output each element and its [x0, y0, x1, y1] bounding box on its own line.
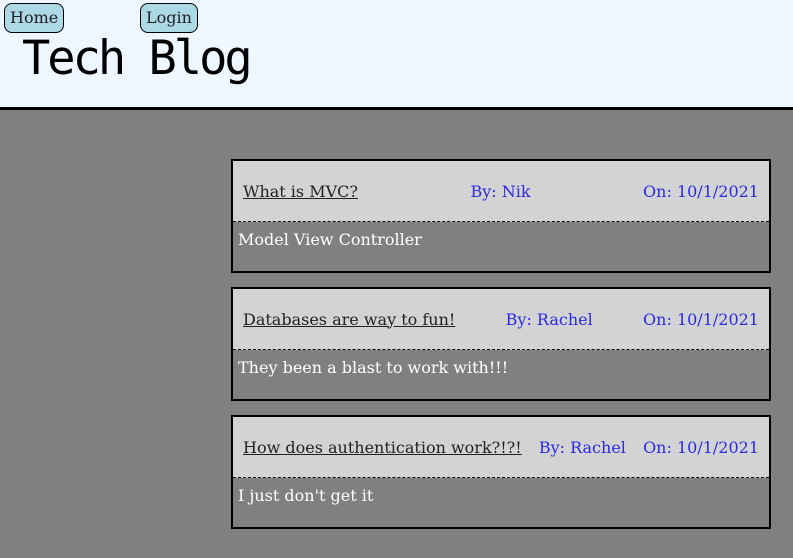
login-button[interactable]: Login	[140, 3, 198, 33]
post-body: Model View Controller	[238, 230, 422, 249]
post-list: What is MVC? By: Nik On: 10/1/2021 Model…	[231, 159, 771, 543]
post-card: What is MVC? By: Nik On: 10/1/2021 Model…	[231, 159, 771, 273]
post-header: How does authentication work?!?! By: Rac…	[233, 417, 769, 478]
home-button[interactable]: Home	[4, 3, 65, 33]
post-body: They been a blast to work with!!!	[238, 358, 509, 377]
post-author: By: Nik	[470, 181, 531, 201]
post-author: By: Rachel	[538, 437, 626, 457]
site-header: Home Login Tech Blog	[0, 0, 793, 110]
post-card: How does authentication work?!?! By: Rac…	[231, 415, 771, 529]
post-date: On: 10/1/2021	[643, 437, 759, 457]
post-card: Databases are way to fun! By: Rachel On:…	[231, 287, 771, 401]
post-body: I just don't get it	[238, 486, 374, 505]
post-header: What is MVC? By: Nik On: 10/1/2021	[233, 161, 769, 222]
post-header: Databases are way to fun! By: Rachel On:…	[233, 289, 769, 350]
post-date: On: 10/1/2021	[643, 309, 759, 329]
post-date: On: 10/1/2021	[643, 181, 759, 201]
post-title-link[interactable]: Databases are way to fun!	[243, 310, 455, 329]
post-title-link[interactable]: What is MVC?	[243, 182, 358, 201]
post-author: By: Rachel	[505, 309, 593, 329]
site-title: Tech Blog	[22, 31, 253, 86]
post-title-link[interactable]: How does authentication work?!?!	[243, 438, 522, 457]
